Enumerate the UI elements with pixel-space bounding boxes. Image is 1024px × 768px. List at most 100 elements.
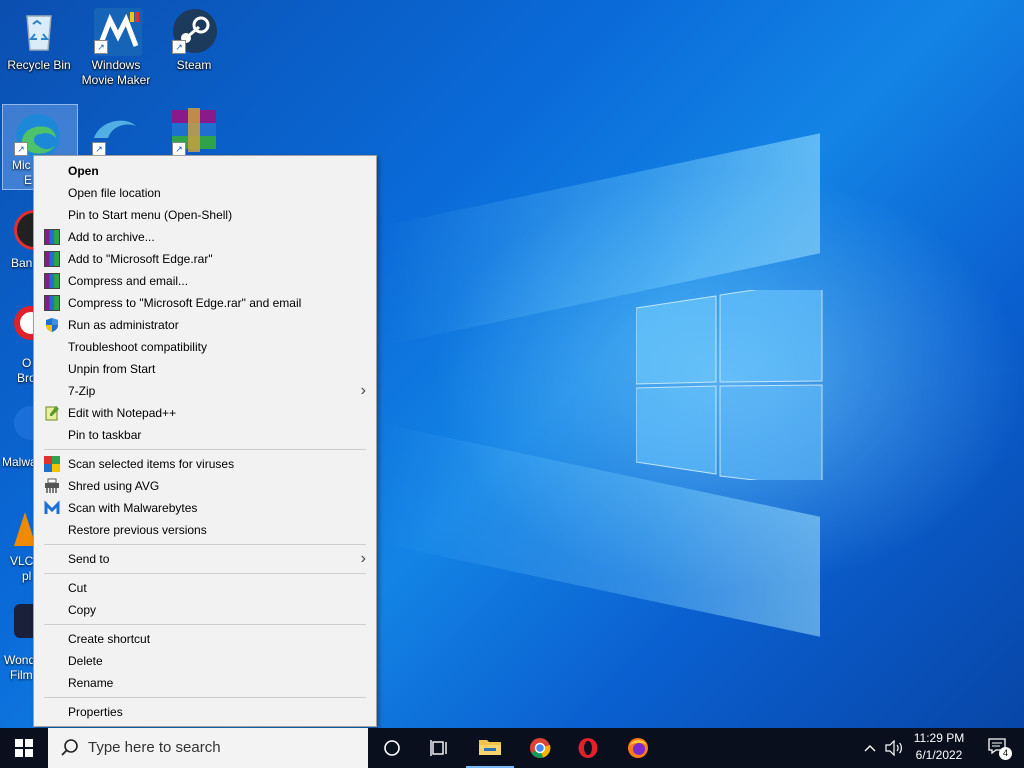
menu-separator	[44, 573, 366, 574]
firefox-button[interactable]	[614, 728, 662, 768]
menu-item-restore-previous-versions[interactable]: Restore previous versions	[34, 519, 376, 541]
start-icon	[15, 739, 33, 757]
desktop-icon-label: Wond	[4, 653, 36, 667]
menu-separator	[44, 697, 366, 698]
menu-item-label: Pin to taskbar	[68, 428, 142, 442]
movie-maker-icon: ↗	[94, 8, 142, 56]
winrar-icon	[44, 229, 60, 245]
menu-item-label: 7-Zip	[68, 384, 96, 398]
task-view-icon	[430, 740, 447, 756]
shortcut-arrow-icon: ↗	[172, 142, 186, 156]
menu-separator	[44, 449, 366, 450]
menu-item-create-shortcut[interactable]: Create shortcut	[34, 628, 376, 650]
menu-item-label: Rename	[68, 676, 114, 690]
menu-item-label: Compress to "Microsoft Edge.rar" and ema…	[68, 296, 302, 310]
task-view-button[interactable]	[416, 728, 464, 768]
menu-item-compress-and-email[interactable]: Compress and email...	[34, 270, 376, 292]
menu-item-compress-to-rar-and-email[interactable]: Compress to "Microsoft Edge.rar" and ema…	[34, 292, 376, 314]
desktop-icon-label: VLC	[10, 554, 34, 568]
menu-item-add-to-rar[interactable]: Add to "Microsoft Edge.rar"	[34, 248, 376, 270]
menu-item-7zip[interactable]: 7-Zip ›	[34, 380, 376, 402]
menu-item-copy[interactable]: Copy	[34, 599, 376, 621]
menu-item-shred-using-avg[interactable]: Shred using AVG	[34, 475, 376, 497]
menu-item-run-as-administrator[interactable]: Run as administrator	[34, 314, 376, 336]
menu-item-label: Run as administrator	[68, 318, 179, 332]
volume-button[interactable]	[882, 728, 906, 768]
show-hidden-icons-button[interactable]	[858, 728, 882, 768]
menu-item-label: Edit with Notepad++	[68, 406, 177, 420]
avg-icon	[44, 456, 60, 472]
menu-item-label: Open file location	[68, 186, 161, 200]
desktop-icon-label: Recycle Bin	[7, 58, 71, 72]
menu-item-label: Cut	[68, 581, 87, 595]
menu-item-add-to-archive[interactable]: Add to archive...	[34, 226, 376, 248]
search-icon	[61, 739, 78, 756]
menu-item-scan-for-viruses[interactable]: Scan selected items for viruses	[34, 453, 376, 475]
shortcut-arrow-icon: ↗	[94, 40, 108, 54]
file-explorer-button[interactable]	[466, 728, 514, 768]
menu-item-troubleshoot-compatibility[interactable]: Troubleshoot compatibility	[34, 336, 376, 358]
menu-item-label: Open	[68, 164, 99, 178]
menu-item-properties[interactable]: Properties	[34, 701, 376, 723]
menu-separator	[44, 544, 366, 545]
desktop-icon-label: pl	[22, 569, 32, 583]
chrome-button[interactable]	[516, 728, 564, 768]
shredder-icon	[44, 478, 60, 494]
chevron-up-icon	[864, 745, 876, 752]
menu-item-cut[interactable]: Cut	[34, 577, 376, 599]
menu-item-open[interactable]: Open	[34, 160, 376, 182]
winrar-icon	[44, 273, 60, 289]
menu-item-label: Copy	[68, 603, 97, 617]
menu-item-scan-with-malwarebytes[interactable]: Scan with Malwarebytes	[34, 497, 376, 519]
firefox-icon	[628, 738, 648, 758]
menu-item-pin-to-start-menu[interactable]: Pin to Start menu (Open-Shell)	[34, 204, 376, 226]
chevron-right-icon: ›	[360, 550, 366, 567]
taskbar: Type here to search 11:29 PM 6/1/2022 4	[0, 728, 1024, 768]
chevron-right-icon: ›	[360, 382, 366, 399]
notification-badge: 4	[999, 747, 1012, 760]
menu-item-delete[interactable]: Delete	[34, 650, 376, 672]
desktop-icon-label: Steam	[176, 58, 212, 72]
search-input[interactable]: Type here to search	[48, 728, 368, 768]
desktop-icon-recycle-bin[interactable]: Recycle Bin	[1, 8, 77, 73]
malwarebytes-icon	[44, 500, 60, 516]
taskbar-clock[interactable]: 11:29 PM 6/1/2022	[906, 730, 972, 764]
shortcut-arrow-icon: ↗	[92, 142, 106, 156]
uac-shield-icon	[44, 317, 60, 333]
menu-separator	[44, 624, 366, 625]
menu-item-label: Compress and email...	[68, 274, 189, 288]
menu-item-rename[interactable]: Rename	[34, 672, 376, 694]
desktop-icon-label: O	[22, 356, 32, 370]
menu-item-send-to[interactable]: Send to ›	[34, 548, 376, 570]
desktop-icon-movie-maker[interactable]: ↗ Windows Movie Maker	[78, 8, 154, 88]
action-center-button[interactable]: 4	[978, 728, 1018, 768]
desktop-icon-label: Film	[10, 668, 33, 682]
clock-date: 6/1/2022	[915, 748, 963, 762]
menu-item-label: Create shortcut	[68, 632, 151, 646]
menu-item-label: Troubleshoot compatibility	[68, 340, 207, 354]
desktop[interactable]: Recycle Bin ↗ Windows Movie Maker ↗ Stea…	[0, 0, 1024, 728]
menu-item-unpin-from-start[interactable]: Unpin from Start	[34, 358, 376, 380]
shortcut-arrow-icon: ↗	[14, 142, 28, 156]
menu-item-label: Scan with Malwarebytes	[68, 501, 198, 515]
clock-time: 11:29 PM	[913, 731, 965, 745]
notepad-plus-plus-icon	[44, 405, 60, 421]
recycle-bin-icon	[17, 8, 61, 52]
desktop-icon-steam[interactable]: ↗ Steam	[156, 8, 232, 73]
menu-item-label: Restore previous versions	[68, 523, 207, 537]
menu-item-label: Add to "Microsoft Edge.rar"	[68, 252, 213, 266]
menu-item-label: Scan selected items for viruses	[68, 457, 235, 471]
menu-item-label: Add to archive...	[68, 230, 155, 244]
menu-item-label: Pin to Start menu (Open-Shell)	[68, 208, 233, 222]
menu-item-open-file-location[interactable]: Open file location	[34, 182, 376, 204]
desktop-icon-label: Ban	[11, 256, 33, 270]
cortana-button[interactable]	[368, 728, 416, 768]
notification-icon: 4	[988, 738, 1012, 760]
start-button[interactable]	[0, 728, 48, 768]
winrar-icon	[44, 251, 60, 267]
menu-item-pin-to-taskbar[interactable]: Pin to taskbar	[34, 424, 376, 446]
desktop-icon-label: Mic	[12, 158, 31, 172]
opera-icon	[578, 738, 598, 758]
opera-button[interactable]	[564, 728, 612, 768]
menu-item-edit-with-notepad-plus-plus[interactable]: Edit with Notepad++	[34, 402, 376, 424]
